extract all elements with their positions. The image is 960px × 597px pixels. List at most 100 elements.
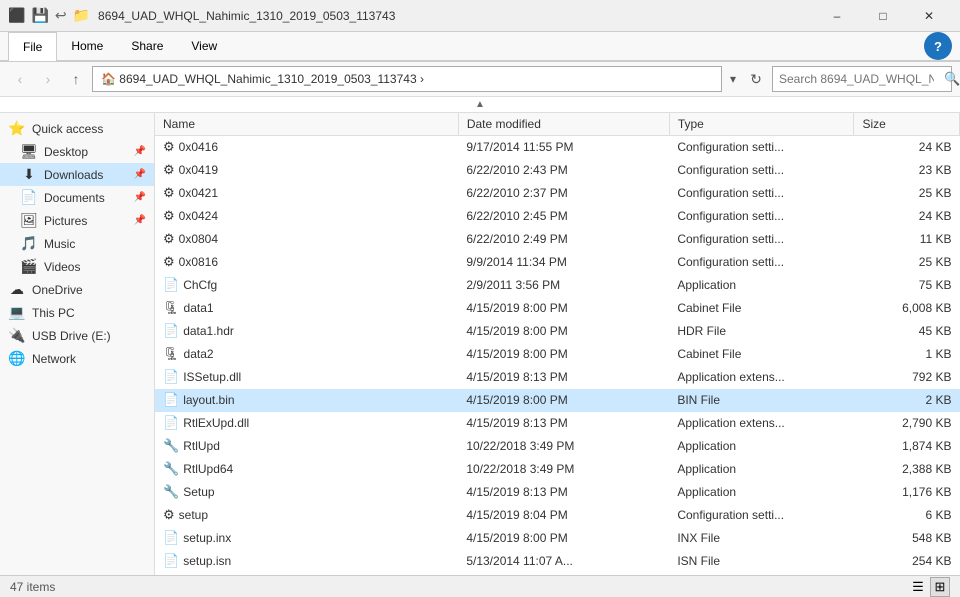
table-row[interactable]: 🔧 RtlUpd64 10/22/2018 3:49 PM Applicatio… — [155, 458, 960, 481]
file-name-cell[interactable]: ⚙ 0x0416 — [155, 136, 458, 159]
file-type-icon: 📄 — [163, 369, 179, 385]
file-name-cell[interactable]: 🗜 data2 — [155, 343, 458, 366]
sidebar-item-onedrive[interactable]: ☁ OneDrive — [0, 278, 154, 301]
table-row[interactable]: 📄 RtlExUpd.dll 4/15/2019 8:13 PM Applica… — [155, 412, 960, 435]
table-row[interactable]: 🔧 RtlUpd 10/22/2018 3:49 PM Application … — [155, 435, 960, 458]
sidebar-item-desktop[interactable]: 🖥 Desktop 📌 — [0, 140, 154, 163]
help-button[interactable]: ? — [924, 32, 952, 60]
file-name: setup.isn — [183, 554, 231, 568]
file-type: Cabinet File — [669, 343, 854, 366]
column-header-type[interactable]: Type — [669, 113, 854, 136]
file-type: Configuration setti... — [669, 504, 854, 527]
file-name: Setup — [183, 485, 214, 499]
details-view-button[interactable]: ☰ — [908, 577, 928, 597]
file-type-icon: 🗜 — [163, 300, 180, 316]
file-name-cell[interactable]: 🔧 RtlUpd64 — [155, 458, 458, 481]
back-button[interactable]: ‹ — [8, 67, 32, 91]
table-row[interactable]: 📄 ChCfg 2/9/2011 3:56 PM Application 75 … — [155, 274, 960, 297]
address-dropdown-icon[interactable]: ▾ — [726, 72, 740, 86]
sidebar-documents-label: Documents — [44, 191, 105, 205]
file-size: 792 KB — [854, 366, 960, 389]
file-type: Application — [669, 274, 854, 297]
sidebar-item-usb-drive[interactable]: 🔌 USB Drive (E:) — [0, 324, 154, 347]
file-type-icon: ⚙ — [163, 254, 175, 270]
sidebar-item-music[interactable]: 🎵 Music — [0, 232, 154, 255]
table-row[interactable]: 🗜 data1 4/15/2019 8:00 PM Cabinet File 6… — [155, 297, 960, 320]
column-expand[interactable]: ▲ — [0, 97, 960, 113]
file-type: Configuration setti... — [669, 182, 854, 205]
tab-share[interactable]: Share — [117, 32, 177, 60]
tab-home[interactable]: Home — [57, 32, 117, 60]
table-row[interactable]: 📄 setup.inx 4/15/2019 8:00 PM INX File 5… — [155, 527, 960, 550]
file-type-icon: 📄 — [163, 277, 179, 293]
file-type-icon: 📄 — [163, 323, 179, 339]
file-name-cell[interactable]: ⚙ 0x0424 — [155, 205, 458, 228]
table-row[interactable]: 📄 layout.bin 4/15/2019 8:00 PM BIN File … — [155, 389, 960, 412]
sidebar-item-documents[interactable]: 📄 Documents 📌 — [0, 186, 154, 209]
table-row[interactable]: ⚙ 0x0804 6/22/2010 2:49 PM Configuration… — [155, 228, 960, 251]
table-row[interactable]: 📄 setup.isn 5/13/2014 11:07 A... ISN Fil… — [155, 550, 960, 573]
refresh-button[interactable]: ↻ — [744, 67, 768, 91]
sidebar-item-videos[interactable]: 🎬 Videos — [0, 255, 154, 278]
file-name-cell[interactable]: 📄 setup.isn — [155, 550, 458, 573]
title-bar-controls: – □ ✕ — [814, 0, 952, 32]
table-row[interactable]: ⚙ setup 4/15/2019 8:04 PM Configuration … — [155, 504, 960, 527]
column-header-size[interactable]: Size — [854, 113, 960, 136]
this-pc-icon: 💻 — [8, 304, 26, 321]
ribbon: File Home Share View ? — [0, 32, 960, 62]
table-row[interactable]: ⚙ 0x0816 9/9/2014 11:34 PM Configuration… — [155, 251, 960, 274]
up-button[interactable]: ↑ — [64, 67, 88, 91]
file-size: 23 KB — [854, 159, 960, 182]
file-date: 10/22/2018 3:49 PM — [458, 458, 669, 481]
table-row[interactable]: 🔧 Setup 4/15/2019 8:13 PM Application 1,… — [155, 481, 960, 504]
sidebar-quick-access-label: Quick access — [32, 122, 103, 136]
column-header-name[interactable]: Name — [155, 113, 458, 136]
table-row[interactable]: ⚙ 0x0419 6/22/2010 2:43 PM Configuration… — [155, 159, 960, 182]
file-name-cell[interactable]: 📄 ChCfg — [155, 274, 458, 297]
close-button[interactable]: ✕ — [906, 0, 952, 32]
file-name-cell[interactable]: 📄 ISSetup.dll — [155, 366, 458, 389]
table-row[interactable]: ⚙ 0x0416 9/17/2014 11:55 PM Configuratio… — [155, 136, 960, 159]
sidebar: ⭐ Quick access 🖥 Desktop 📌 ⬇ Downloads 📌… — [0, 113, 155, 575]
large-icons-view-button[interactable]: ⊞ — [930, 577, 950, 597]
column-header-date[interactable]: Date modified — [458, 113, 669, 136]
table-row[interactable]: 📄 ISSetup.dll 4/15/2019 8:13 PM Applicat… — [155, 366, 960, 389]
sidebar-item-pictures[interactable]: 🖼 Pictures 📌 — [0, 209, 154, 232]
file-name-cell[interactable]: ⚙ setup — [155, 504, 458, 527]
tab-view[interactable]: View — [177, 32, 231, 60]
file-name-cell[interactable]: 📄 layout.bin — [155, 389, 458, 412]
file-name-cell[interactable]: 📄 setup.inx — [155, 527, 458, 550]
table-row[interactable]: 🗜 data2 4/15/2019 8:00 PM Cabinet File 1… — [155, 343, 960, 366]
sidebar-item-this-pc[interactable]: 💻 This PC — [0, 301, 154, 324]
file-name-cell[interactable]: 📄 data1.hdr — [155, 320, 458, 343]
sidebar-item-network[interactable]: 🌐 Network — [0, 347, 154, 370]
tab-file[interactable]: File — [8, 32, 57, 61]
table-row[interactable]: 📄 setup.iss 5/31/2005 3:01 PM ISS File 1… — [155, 573, 960, 576]
file-type-icon: 📄 — [163, 392, 179, 408]
table-row[interactable]: 📄 data1.hdr 4/15/2019 8:00 PM HDR File 4… — [155, 320, 960, 343]
file-type-icon: 🔧 — [163, 461, 179, 477]
file-name-cell[interactable]: 📄 RtlExUpd.dll — [155, 412, 458, 435]
maximize-button[interactable]: □ — [860, 0, 906, 32]
file-name-cell[interactable]: 🗜 data1 — [155, 297, 458, 320]
file-name-cell[interactable]: ⚙ 0x0421 — [155, 182, 458, 205]
address-path[interactable]: 🏠 8694_UAD_WHQL_Nahimic_1310_2019_0503_1… — [92, 66, 722, 92]
file-type: Application — [669, 458, 854, 481]
file-date: 4/15/2019 8:00 PM — [458, 343, 669, 366]
sidebar-item-downloads[interactable]: ⬇ Downloads 📌 — [0, 163, 154, 186]
forward-button[interactable]: › — [36, 67, 60, 91]
minimize-button[interactable]: – — [814, 0, 860, 32]
file-date: 9/17/2014 11:55 PM — [458, 136, 669, 159]
file-name-cell[interactable]: 🔧 RtlUpd — [155, 435, 458, 458]
file-name-cell[interactable]: ⚙ 0x0816 — [155, 251, 458, 274]
file-name-cell[interactable]: ⚙ 0x0419 — [155, 159, 458, 182]
table-row[interactable]: ⚙ 0x0421 6/22/2010 2:37 PM Configuration… — [155, 182, 960, 205]
search-input[interactable] — [773, 72, 940, 86]
file-type: Configuration setti... — [669, 136, 854, 159]
file-name-cell[interactable]: 🔧 Setup — [155, 481, 458, 504]
file-name-cell[interactable]: ⚙ 0x0804 — [155, 228, 458, 251]
file-name-cell[interactable]: 📄 setup.iss — [155, 573, 458, 576]
sidebar-item-quick-access[interactable]: ⭐ Quick access — [0, 117, 154, 140]
search-bar[interactable]: 🔍 — [772, 66, 952, 92]
table-row[interactable]: ⚙ 0x0424 6/22/2010 2:45 PM Configuration… — [155, 205, 960, 228]
